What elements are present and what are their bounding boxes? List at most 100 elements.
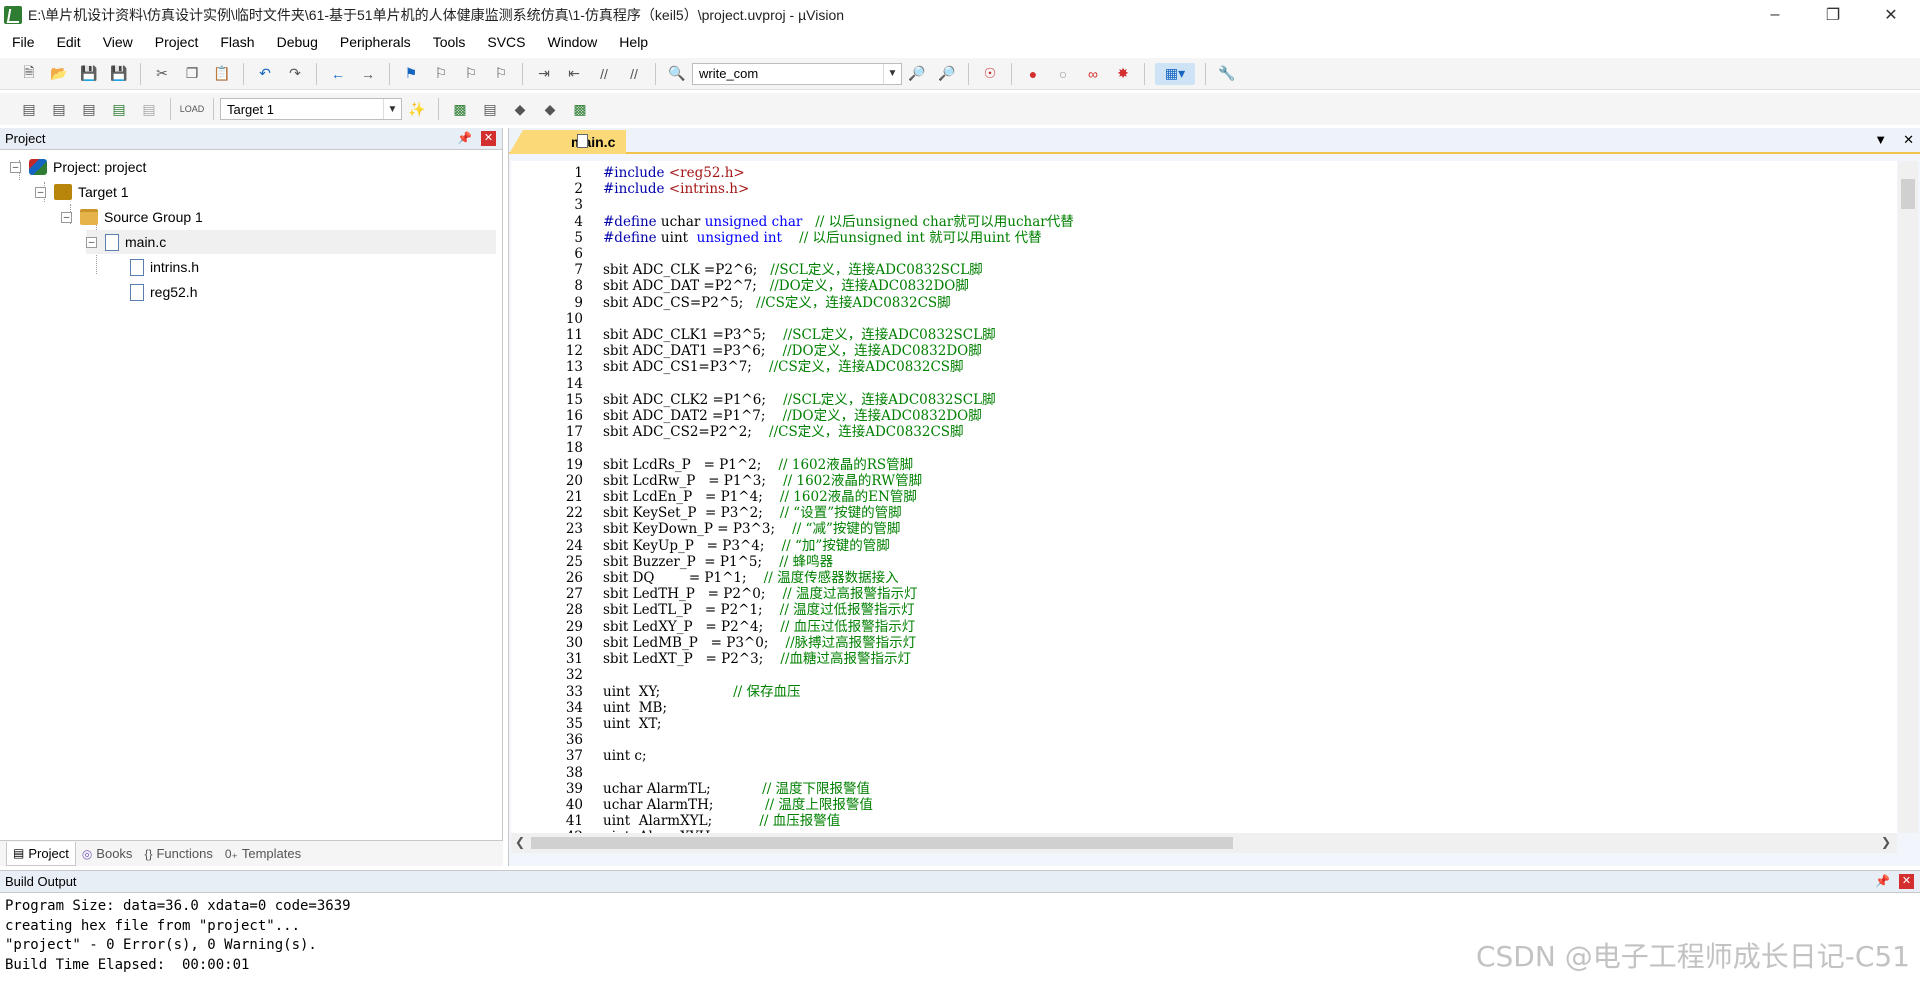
code-line[interactable]: sbit LedXY_P = P2^4; // 血压过低报警指示灯 [603, 619, 1074, 635]
code-line[interactable]: sbit LcdEn_P = P1^4; // 1602液晶的EN管脚 [603, 489, 1074, 505]
cut-icon[interactable]: ✂ [151, 63, 173, 85]
code-line[interactable]: sbit Buzzer_P = P1^5; // 蜂鸣器 [603, 554, 1074, 570]
horizontal-scrollbar[interactable]: ❮ ❯ [511, 833, 1897, 853]
menu-project[interactable]: Project [143, 30, 209, 55]
code-line[interactable]: #include <reg52.h> [603, 165, 1074, 181]
debug-session-icon[interactable]: ☉ [979, 63, 1001, 85]
unindent-icon[interactable]: ⇤ [563, 63, 585, 85]
code-line[interactable]: sbit ADC_CS=P2^5; //CS定义，连接ADC0832CS脚 [603, 295, 1074, 311]
tree-file-main[interactable]: – main.c [86, 230, 496, 254]
translate-icon[interactable]: ▤ [18, 98, 40, 120]
collapse-icon[interactable]: – [10, 161, 21, 173]
open-folder-icon[interactable]: 📂 [48, 63, 70, 85]
minimize-button[interactable]: – [1746, 0, 1804, 30]
select-packs-icon[interactable]: ◆ [509, 98, 531, 120]
code-line[interactable]: sbit ADC_CS2=P2^2; //CS定义，连接ADC0832CS脚 [603, 424, 1074, 440]
chevron-down-icon[interactable]: ▼ [883, 63, 901, 84]
configure-icon[interactable]: 🔧 [1216, 63, 1238, 85]
menu-window[interactable]: Window [536, 30, 608, 55]
code-line[interactable]: uint XY; // 保存血压 [603, 684, 1074, 700]
menu-debug[interactable]: Debug [265, 30, 328, 55]
tree-source-group[interactable]: – Source Group 1 [61, 205, 203, 229]
stop-build-icon[interactable]: ▤ [138, 98, 160, 120]
tree-include-reg52[interactable]: reg52.h [130, 280, 197, 304]
code-line[interactable] [603, 765, 1074, 781]
close-icon[interactable]: ✕ [1899, 874, 1914, 889]
code-line[interactable] [603, 197, 1074, 213]
incremental-find-icon[interactable]: 🔎 [906, 63, 928, 85]
source-code[interactable]: #include <reg52.h> #include <intrins.h> #… [603, 165, 1074, 833]
collapse-icon[interactable]: – [86, 236, 97, 248]
code-line[interactable] [603, 246, 1074, 262]
menu-svcs[interactable]: SVCS [475, 30, 535, 55]
tab-list-dropdown-icon[interactable]: ▼ [1874, 132, 1887, 148]
tab-project[interactable]: ▤ Project [6, 841, 76, 866]
options-for-target-icon[interactable]: ✨ [406, 98, 428, 120]
navigate-back-icon[interactable]: ← [327, 63, 349, 85]
code-line[interactable]: uint XT; [603, 716, 1074, 732]
tab-functions[interactable]: {} Functions [138, 842, 218, 866]
code-line[interactable]: sbit KeyDown_P = P3^3; // “减”按键的管脚 [603, 521, 1074, 537]
copy-icon[interactable]: ❐ [181, 63, 203, 85]
menu-edit[interactable]: Edit [45, 30, 91, 55]
scroll-right-icon[interactable]: ❯ [1881, 835, 1891, 849]
code-line[interactable]: sbit ADC_DAT1 =P3^6; //DO定义，连接ADC0832DO脚 [603, 343, 1074, 359]
code-line[interactable]: sbit LedMB_P = P3^0; //脉搏过高报警指示灯 [603, 635, 1074, 651]
code-line[interactable]: sbit LedTL_P = P2^1; // 温度过低报警指示灯 [603, 602, 1074, 618]
tree-target[interactable]: – Target 1 [35, 180, 129, 204]
horizontal-scroll-thumb[interactable] [531, 837, 1233, 849]
disable-breakpoint-icon[interactable]: ○ [1052, 63, 1074, 85]
code-line[interactable]: sbit LcdRw_P = P1^3; // 1602液晶的RW管脚 [603, 473, 1074, 489]
close-icon[interactable]: ✕ [481, 131, 496, 146]
menu-help[interactable]: Help [607, 30, 658, 55]
menu-flash[interactable]: Flash [208, 30, 264, 55]
code-line[interactable] [603, 732, 1074, 748]
tab-books[interactable]: ◎ Books [76, 842, 139, 866]
scroll-left-icon[interactable]: ❮ [515, 835, 525, 849]
chevron-down-icon[interactable]: ▼ [383, 99, 401, 119]
menu-peripherals[interactable]: Peripherals [328, 30, 421, 55]
manage-components-icon[interactable]: ▩ [449, 98, 471, 120]
code-line[interactable]: sbit DQ = P1^1; // 温度传感器数据接入 [603, 570, 1074, 586]
pack-installer-icon[interactable]: ◆ [539, 98, 561, 120]
collapse-icon[interactable]: – [35, 186, 46, 198]
vertical-scroll-thumb[interactable] [1901, 179, 1915, 209]
build-icon[interactable]: ▤ [48, 98, 70, 120]
code-line[interactable]: sbit LedXT_P = P2^3; //血糖过高报警指示灯 [603, 651, 1074, 667]
save-all-icon[interactable]: 💾 [108, 63, 130, 85]
pin-icon[interactable]: 📌 [457, 131, 472, 145]
breakpoint-icon[interactable]: ● [1022, 63, 1044, 85]
code-line[interactable]: sbit ADC_DAT =P2^7; //DO定义，连接ADC0832DO脚 [603, 278, 1074, 294]
vertical-scrollbar[interactable] [1898, 161, 1918, 833]
code-line[interactable] [603, 667, 1074, 683]
code-line[interactable]: #include <intrins.h> [603, 181, 1074, 197]
navigate-forward-icon[interactable]: → [357, 63, 379, 85]
code-line[interactable] [603, 376, 1074, 392]
new-file-icon[interactable]: 🗎 [18, 63, 40, 85]
code-line[interactable]: sbit KeySet_P = P3^2; // “设置”按键的管脚 [603, 505, 1074, 521]
indent-icon[interactable]: ⇥ [533, 63, 555, 85]
code-line[interactable]: sbit KeyUp_P = P3^4; // “加”按键的管脚 [603, 538, 1074, 554]
undo-icon[interactable]: ↶ [254, 63, 276, 85]
batch-build-icon[interactable]: ▤ [108, 98, 130, 120]
restore-button[interactable]: ❐ [1804, 0, 1862, 30]
close-button[interactable]: ✕ [1862, 0, 1920, 30]
window-layout-icon[interactable]: ▦▾ [1155, 62, 1195, 85]
code-line[interactable]: sbit ADC_CS1=P3^7; //CS定义，连接ADC0832CS脚 [603, 359, 1074, 375]
pin-icon[interactable]: 📌 [1875, 874, 1890, 888]
editor-tab-main-c[interactable]: main.c [509, 130, 626, 154]
menu-view[interactable]: View [91, 30, 143, 55]
find-in-files-icon[interactable]: 🔍 [666, 63, 688, 85]
code-line[interactable] [603, 311, 1074, 327]
prev-bookmark-icon[interactable]: ⚐ [430, 63, 452, 85]
paste-icon[interactable]: 📋 [211, 63, 233, 85]
save-icon[interactable]: 💾 [78, 63, 100, 85]
target-combo[interactable]: Target 1 ▼ [220, 98, 402, 120]
tab-templates[interactable]: 0₊ Templates [219, 842, 307, 866]
tree-project-root[interactable]: – Project: project [10, 155, 146, 179]
kill-all-breakpoints-icon[interactable]: ✸ [1112, 63, 1134, 85]
code-line[interactable]: uchar AlarmTH; // 温度上限报警值 [603, 797, 1074, 813]
disable-all-breakpoints-icon[interactable]: ∞ [1082, 63, 1104, 85]
code-line[interactable]: sbit ADC_DAT2 =P1^7; //DO定义，连接ADC0832DO脚 [603, 408, 1074, 424]
run-time-environment-icon[interactable]: ▩ [569, 98, 591, 120]
